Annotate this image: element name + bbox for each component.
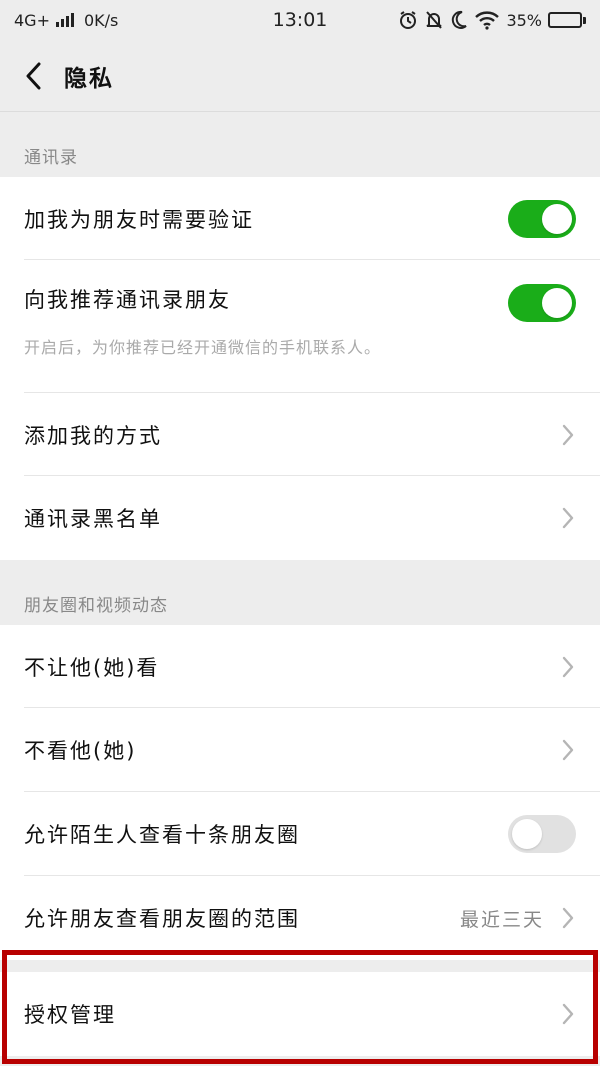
alarm-icon [400, 11, 417, 29]
setting-label: 向我推荐通讯录朋友 [24, 288, 231, 312]
status-bar: 4G+ 0K/s 13:01 35% [0, 0, 600, 40]
battery-icon [548, 12, 586, 28]
section-header-moments: 朋友圈和视频动态 [24, 596, 168, 616]
moon-icon [452, 10, 468, 29]
wifi-icon [475, 11, 500, 30]
setting-label: 不让他(她)看 [24, 655, 160, 680]
chevron-right-icon [562, 423, 576, 447]
setting-authorization-management[interactable]: 授权管理 [0, 972, 600, 1056]
setting-description: 开启后，为你推荐已经开通微信的手机联系人。 [24, 338, 382, 357]
chevron-right-icon [562, 655, 576, 679]
strangers-view-toggle[interactable] [508, 815, 576, 853]
setting-label: 授权管理 [24, 1003, 116, 1027]
battery-percent: 35% [506, 10, 542, 30]
setting-add-me-methods[interactable]: 添加我的方式 [0, 393, 600, 476]
setting-label: 添加我的方式 [24, 423, 162, 448]
back-button[interactable] [18, 56, 48, 96]
nav-bar: 隐私 [0, 40, 600, 112]
chevron-right-icon [562, 506, 576, 530]
setting-value: 最近三天 [459, 908, 544, 931]
signal-icon [55, 13, 74, 27]
setting-strangers-view-ten[interactable]: 允许陌生人查看十条朋友圈 [0, 792, 600, 876]
page-title: 隐私 [64, 65, 114, 92]
setting-recommend-contacts[interactable]: 向我推荐通讯录朋友 开启后，为你推荐已经开通微信的手机联系人。 [0, 260, 600, 393]
setting-label: 允许朋友查看朋友圈的范围 [24, 907, 300, 931]
chevron-right-icon [562, 738, 576, 762]
setting-label: 允许陌生人查看十条朋友圈 [24, 823, 300, 847]
section-header-contacts: 通讯录 [24, 148, 78, 168]
mute-bell-icon [426, 11, 443, 29]
setting-hide-my-moments[interactable]: 不让他(她)看 [0, 625, 600, 708]
network-speed: 0K/s [83, 10, 119, 30]
setting-moments-visible-range[interactable]: 允许朋友查看朋友圈的范围 最近三天 [0, 876, 600, 960]
chevron-right-icon [562, 1002, 576, 1026]
verify-toggle[interactable] [508, 199, 576, 238]
setting-label: 不看他(她) [24, 739, 137, 763]
setting-verify-friend-request[interactable]: 加我为朋友时需要验证 [0, 177, 600, 260]
network-type: 4G+ [14, 10, 50, 30]
setting-hide-their-moments[interactable]: 不看他(她) [0, 708, 600, 792]
setting-label: 通讯录黑名单 [24, 507, 162, 531]
setting-label: 加我为朋友时需要验证 [24, 207, 254, 232]
back-arrow-icon [26, 62, 41, 89]
recommend-contacts-toggle[interactable] [508, 284, 576, 322]
chevron-right-icon [562, 906, 576, 930]
setting-contacts-blacklist[interactable]: 通讯录黑名单 [0, 476, 600, 560]
